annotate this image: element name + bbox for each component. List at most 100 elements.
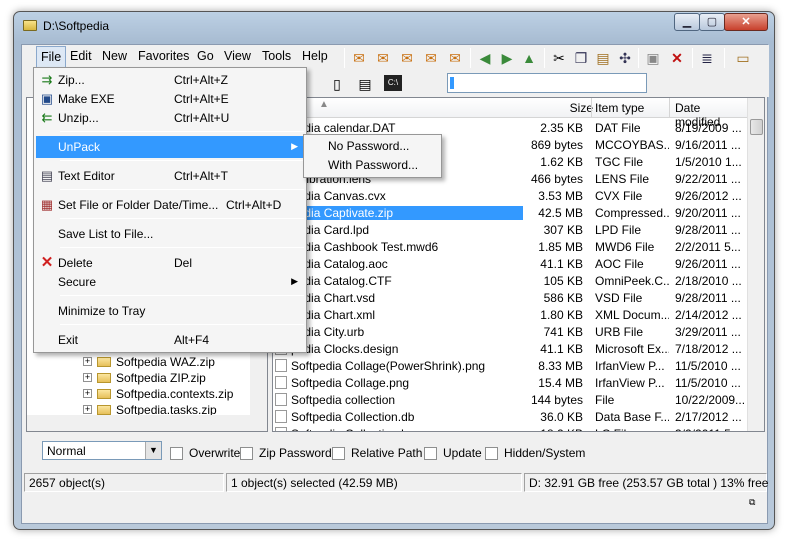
email-icon[interactable]: ✉ — [350, 49, 368, 67]
toolbar-separator — [344, 48, 345, 68]
table-row[interactable]: pedia Canvas.cvx 3.53 MB CVX File 9/26/2012… — [273, 187, 749, 204]
document-icon[interactable]: ▯ — [328, 75, 346, 93]
file-size: 144 bytes — [530, 393, 583, 407]
table-row[interactable]: Softpedia Collection.lc18.2 KB LC File 3/2… — [273, 425, 749, 431]
menu-unpack[interactable]: UnPack ▶ — [36, 136, 304, 158]
title-bar[interactable]: D:\Softpedia ▁ ▢ ✕ — [14, 12, 774, 42]
email-icon[interactable]: ✉ — [422, 49, 440, 67]
menu-edit[interactable]: Edit — [70, 49, 92, 63]
chevron-down-icon[interactable]: ▼ — [145, 442, 161, 459]
expand-icon[interactable]: + — [83, 357, 92, 366]
file-type: DAT File — [595, 121, 641, 135]
menu-help[interactable]: Help — [302, 49, 328, 63]
new-folder-icon[interactable]: ▭ — [734, 49, 752, 67]
relative-path-checkbox[interactable]: Relative Path — [332, 446, 422, 460]
menu-no-password[interactable]: No Password... — [306, 137, 440, 156]
tree-item[interactable]: + Softpedia WAZ.zip — [83, 354, 215, 369]
file-name: pedia Clocks.design — [291, 342, 399, 356]
notepad-icon: ▤ — [40, 168, 54, 183]
restore-icon[interactable]: ⧉ — [749, 497, 755, 508]
file-size: 41.1 KB — [540, 257, 583, 271]
delete-icon[interactable]: ▣ — [644, 49, 662, 67]
maximize-button[interactable]: ▢ — [699, 13, 725, 31]
table-row[interactable]: pedia Captivate.zip 42.5 MB Compressed... 9… — [273, 204, 749, 221]
menu-file[interactable]: File — [36, 46, 66, 68]
up-icon[interactable]: ▲ — [520, 49, 538, 67]
toolbar-separator — [544, 48, 545, 68]
tree-item[interactable]: + Softpedia.contexts.zip — [83, 386, 233, 401]
menu-exit[interactable]: Exit Alt+F4 — [36, 329, 304, 351]
properties-icon[interactable]: ≣ — [698, 49, 716, 67]
table-row[interactable]: pedia Chart.xml 1.80 KB XML Docum... 2/14/2… — [273, 306, 749, 323]
notepad-icon[interactable]: ▤ — [356, 75, 374, 93]
hidden-system-label: Hidden/System — [504, 446, 586, 460]
table-row[interactable]: Softpedia Collage(PowerShrink).png 8.33 M… — [273, 357, 749, 374]
update-checkbox[interactable]: Update — [424, 446, 482, 460]
menu-unzip[interactable]: ⇇ Unzip... Ctrl+Alt+U — [36, 107, 304, 129]
move-icon[interactable]: ✣ — [616, 49, 634, 67]
table-row[interactable]: pedia Cashbook Test.mwd6 1.85 MB MWD6 File… — [273, 238, 749, 255]
scroll-thumb[interactable] — [750, 119, 763, 135]
menu-text-editor[interactable]: ▤ Text Editor Ctrl+Alt+T — [36, 165, 304, 187]
table-row[interactable]: pedia City.urb 741 KB URB File 3/29/2011 ..… — [273, 323, 749, 340]
column-divider[interactable] — [591, 98, 592, 118]
file-size: 42.5 MB — [538, 206, 583, 220]
tree-item[interactable]: + Softpedia ZIP.zip — [83, 370, 206, 385]
file-size: 586 KB — [543, 291, 583, 305]
menu-secure[interactable]: Secure ▶ — [36, 271, 304, 293]
expand-icon[interactable]: + — [83, 389, 92, 398]
table-row[interactable]: pedia Clocks.design 41.1 KB Microsoft Ex..… — [273, 340, 749, 357]
list-header: ▲ Size Item type Date modified — [273, 98, 749, 129]
command-prompt-icon[interactable]: C:\ — [384, 75, 402, 91]
file-name: pedia City.urb — [291, 325, 365, 339]
forward-icon[interactable]: ▶ — [498, 49, 516, 67]
column-divider[interactable] — [669, 98, 670, 118]
menu-go[interactable]: Go — [197, 49, 214, 63]
table-row[interactable]: pedia Chart.vsd 586 KB VSD File 9/28/2011 .… — [273, 289, 749, 306]
email-icon[interactable]: ✉ — [398, 49, 416, 67]
copy-icon[interactable]: ❐ — [572, 49, 590, 67]
table-row[interactable]: pedia Card.lpd 307 KB LPD File 9/28/2011 ..… — [273, 221, 749, 238]
menu-favorites[interactable]: Favorites — [138, 49, 189, 63]
file-date: 9/26/2012 ... — [675, 189, 742, 203]
file-size: 466 bytes — [530, 172, 583, 186]
menu-minimize-to-tray[interactable]: Minimize to Tray — [36, 300, 304, 322]
file-name: pedia Canvas.cvx — [291, 189, 386, 203]
close-icon[interactable]: ✕ — [668, 49, 686, 67]
file-size: 3.53 MB — [538, 189, 583, 203]
zip-password-checkbox[interactable]: Zip Password — [240, 446, 332, 460]
minimize-button[interactable]: ▁ — [674, 13, 700, 31]
compression-mode-select[interactable]: Normal ▼ — [42, 441, 162, 460]
menu-view[interactable]: View — [224, 49, 251, 63]
expand-icon[interactable]: + — [83, 373, 92, 382]
hidden-system-checkbox[interactable]: Hidden/System — [485, 446, 585, 460]
table-row[interactable]: Softpedia collection 144 bytes File 10/22/2… — [273, 391, 749, 408]
file-size: 307 KB — [543, 223, 583, 237]
table-row[interactable]: pedia Catalog.aoc 41.1 KB AOC File 9/26/201… — [273, 255, 749, 272]
email-icon[interactable]: ✉ — [374, 49, 392, 67]
expand-icon[interactable]: + — [83, 405, 92, 414]
toolbar-separator — [470, 48, 471, 68]
tree-horizontal-scrollbar[interactable] — [27, 415, 251, 431]
menu-save-list[interactable]: Save List to File... — [36, 223, 304, 245]
file-date: 3/2/2011 5... — [675, 427, 749, 431]
column-type[interactable]: Item type — [595, 101, 644, 115]
path-input[interactable] — [447, 73, 647, 93]
menu-tools[interactable]: Tools — [262, 49, 291, 63]
email-icon[interactable]: ✉ — [446, 49, 464, 67]
table-row[interactable]: Softpedia Collection.db 36.0 KB Data Base … — [273, 408, 749, 425]
menu-new[interactable]: New — [102, 49, 127, 63]
table-row[interactable]: pedia Catalog.CTF 105 KB OmniPeek.C... 2/18… — [273, 272, 749, 289]
close-button[interactable]: ✕ — [724, 13, 768, 31]
menu-set-date[interactable]: ▦ Set File or Folder Date/Time... Ctrl+Alt… — [36, 194, 304, 216]
file-name: pedia Catalog.CTF — [291, 274, 392, 288]
cut-icon[interactable]: ✂ — [550, 49, 568, 67]
column-size[interactable]: Size — [533, 101, 593, 115]
back-icon[interactable]: ◀ — [476, 49, 494, 67]
unzip-icon: ⇇ — [41, 110, 53, 125]
overwrite-checkbox[interactable]: Overwrite — [170, 446, 240, 460]
list-vertical-scrollbar[interactable] — [747, 98, 764, 431]
menu-with-password[interactable]: With Password... — [306, 156, 440, 175]
paste-icon[interactable]: ▤ — [594, 49, 612, 67]
table-row[interactable]: Softpedia Collage.png 15.4 MB IrfanView P.… — [273, 374, 749, 391]
